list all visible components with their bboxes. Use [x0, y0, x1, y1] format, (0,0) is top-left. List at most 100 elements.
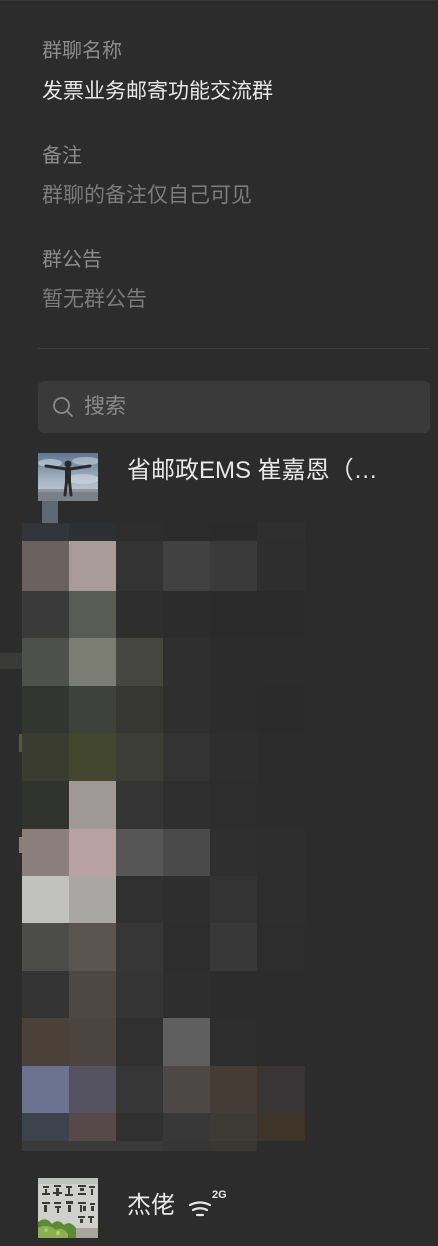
mosaic-cell: [210, 686, 257, 733]
member-name: 省邮政EMS 崔嘉恩（…: [127, 457, 378, 484]
mosaic-cell: [210, 638, 257, 686]
mosaic-cell: [22, 1141, 69, 1151]
mosaic-cell: [116, 686, 163, 733]
mosaic-cell: [116, 829, 163, 876]
mosaic-cell: [257, 1141, 305, 1151]
mosaic-cell: [22, 1113, 69, 1141]
mosaic-cell: [116, 1113, 163, 1141]
mosaic-cell: [163, 781, 210, 829]
mosaic-cell: [210, 541, 257, 591]
search-icon: [52, 396, 74, 418]
mosaic-cell: [257, 876, 305, 923]
mosaic-cell: [163, 1066, 210, 1113]
calligraphy-stone-avatar: [38, 1178, 98, 1238]
remark-label: 备注: [42, 145, 82, 167]
member-list-item[interactable]: 杰佬 2G: [0, 1171, 438, 1243]
mosaic-cell: [22, 923, 69, 971]
mosaic-cell: [69, 971, 116, 1018]
mosaic-cell: [116, 591, 163, 638]
mosaic-cell: [69, 1066, 116, 1113]
mosaic-cell: [22, 733, 69, 781]
mosaic-cell: [22, 541, 69, 591]
mosaic-cell: [69, 1018, 116, 1066]
group-name-value[interactable]: 发票业务邮寄功能交流群: [42, 79, 273, 105]
mosaic-cell: [69, 686, 116, 733]
mosaic-cell: [257, 971, 305, 1018]
mosaic-cell: [69, 1113, 116, 1141]
mosaic-cell: [210, 1141, 257, 1151]
mosaic-cell: [210, 781, 257, 829]
mosaic-cell: [116, 638, 163, 686]
mosaic-cell: [19, 734, 22, 752]
mosaic-cell: [22, 971, 69, 1018]
mosaic-cell: [69, 876, 116, 923]
mosaic-cell: [69, 523, 116, 541]
mosaic-cell: [163, 829, 210, 876]
mosaic-cell: [0, 653, 22, 669]
section-divider: [38, 348, 430, 349]
mosaic-cell: [257, 733, 305, 781]
mosaic-cell: [163, 971, 210, 1018]
mosaic-cell: [69, 541, 116, 591]
network-type-badge: 2G: [212, 1189, 227, 1201]
mosaic-cell: [116, 971, 163, 1018]
mosaic-cell: [210, 523, 257, 541]
mosaic-cell: [257, 781, 305, 829]
mosaic-cell: [257, 523, 305, 541]
mosaic-cell: [163, 686, 210, 733]
member-search-box[interactable]: [38, 381, 430, 433]
mosaic-cell: [210, 876, 257, 923]
mosaic-cell: [69, 733, 116, 781]
member-list-item[interactable]: 省邮政EMS 崔嘉恩（…: [0, 447, 438, 507]
mosaic-cell: [22, 1018, 69, 1066]
mosaic-cell: [257, 591, 305, 638]
mosaic-cell: [163, 876, 210, 923]
mosaic-cell: [69, 638, 116, 686]
search-input[interactable]: [84, 394, 414, 420]
mosaic-cell: [116, 876, 163, 923]
remark-input[interactable]: [42, 183, 422, 209]
mosaic-cell: [163, 591, 210, 638]
group-name-label: 群聊名称: [42, 40, 122, 62]
mosaic-cell: [210, 1018, 257, 1066]
mosaic-cell: [257, 1018, 305, 1066]
mosaic-cell: [69, 591, 116, 638]
mosaic-cell: [116, 923, 163, 971]
mosaic-cell: [22, 638, 69, 686]
mosaic-cell: [22, 523, 69, 541]
mosaic-cell: [210, 923, 257, 971]
mosaic-cell: [22, 781, 69, 829]
mosaic-cell: [22, 591, 69, 638]
mosaic-cell: [19, 837, 22, 853]
mosaic-cell: [257, 686, 305, 733]
announcement-label: 群公告: [42, 249, 102, 271]
mosaic-cell: [69, 781, 116, 829]
mosaic-cell: [210, 1066, 257, 1113]
mosaic-cell: [116, 781, 163, 829]
mosaic-cell: [210, 733, 257, 781]
mosaic-cell: [257, 923, 305, 971]
mosaic-cell: [116, 733, 163, 781]
mosaic-cell: [210, 829, 257, 876]
mosaic-cell: [163, 541, 210, 591]
mosaic-cell: [210, 971, 257, 1018]
mosaic-cell: [163, 523, 210, 541]
mosaic-cell: [22, 1066, 69, 1113]
mosaic-cell: [163, 1113, 210, 1141]
mosaic-cell: [69, 923, 116, 971]
mosaic-cell: [210, 591, 257, 638]
mosaic-cell: [163, 923, 210, 971]
mosaic-cell: [257, 638, 305, 686]
signal-icon: [187, 1196, 213, 1218]
mosaic-cell: [257, 1066, 305, 1113]
mosaic-cell: [116, 523, 163, 541]
mosaic-cell: [22, 686, 69, 733]
mosaic-cell: [22, 876, 69, 923]
mosaic-cell: [257, 541, 305, 591]
announcement-value[interactable]: 暂无群公告: [42, 287, 147, 313]
group-info-panel: 群聊名称 发票业务邮寄功能交流群 备注 群公告 暂无群公告: [0, 0, 438, 1246]
mosaic-cell: [116, 541, 163, 591]
mosaic-cell: [69, 1141, 116, 1151]
mosaic-cell: [116, 1018, 163, 1066]
mosaic-cell: [42, 501, 58, 523]
